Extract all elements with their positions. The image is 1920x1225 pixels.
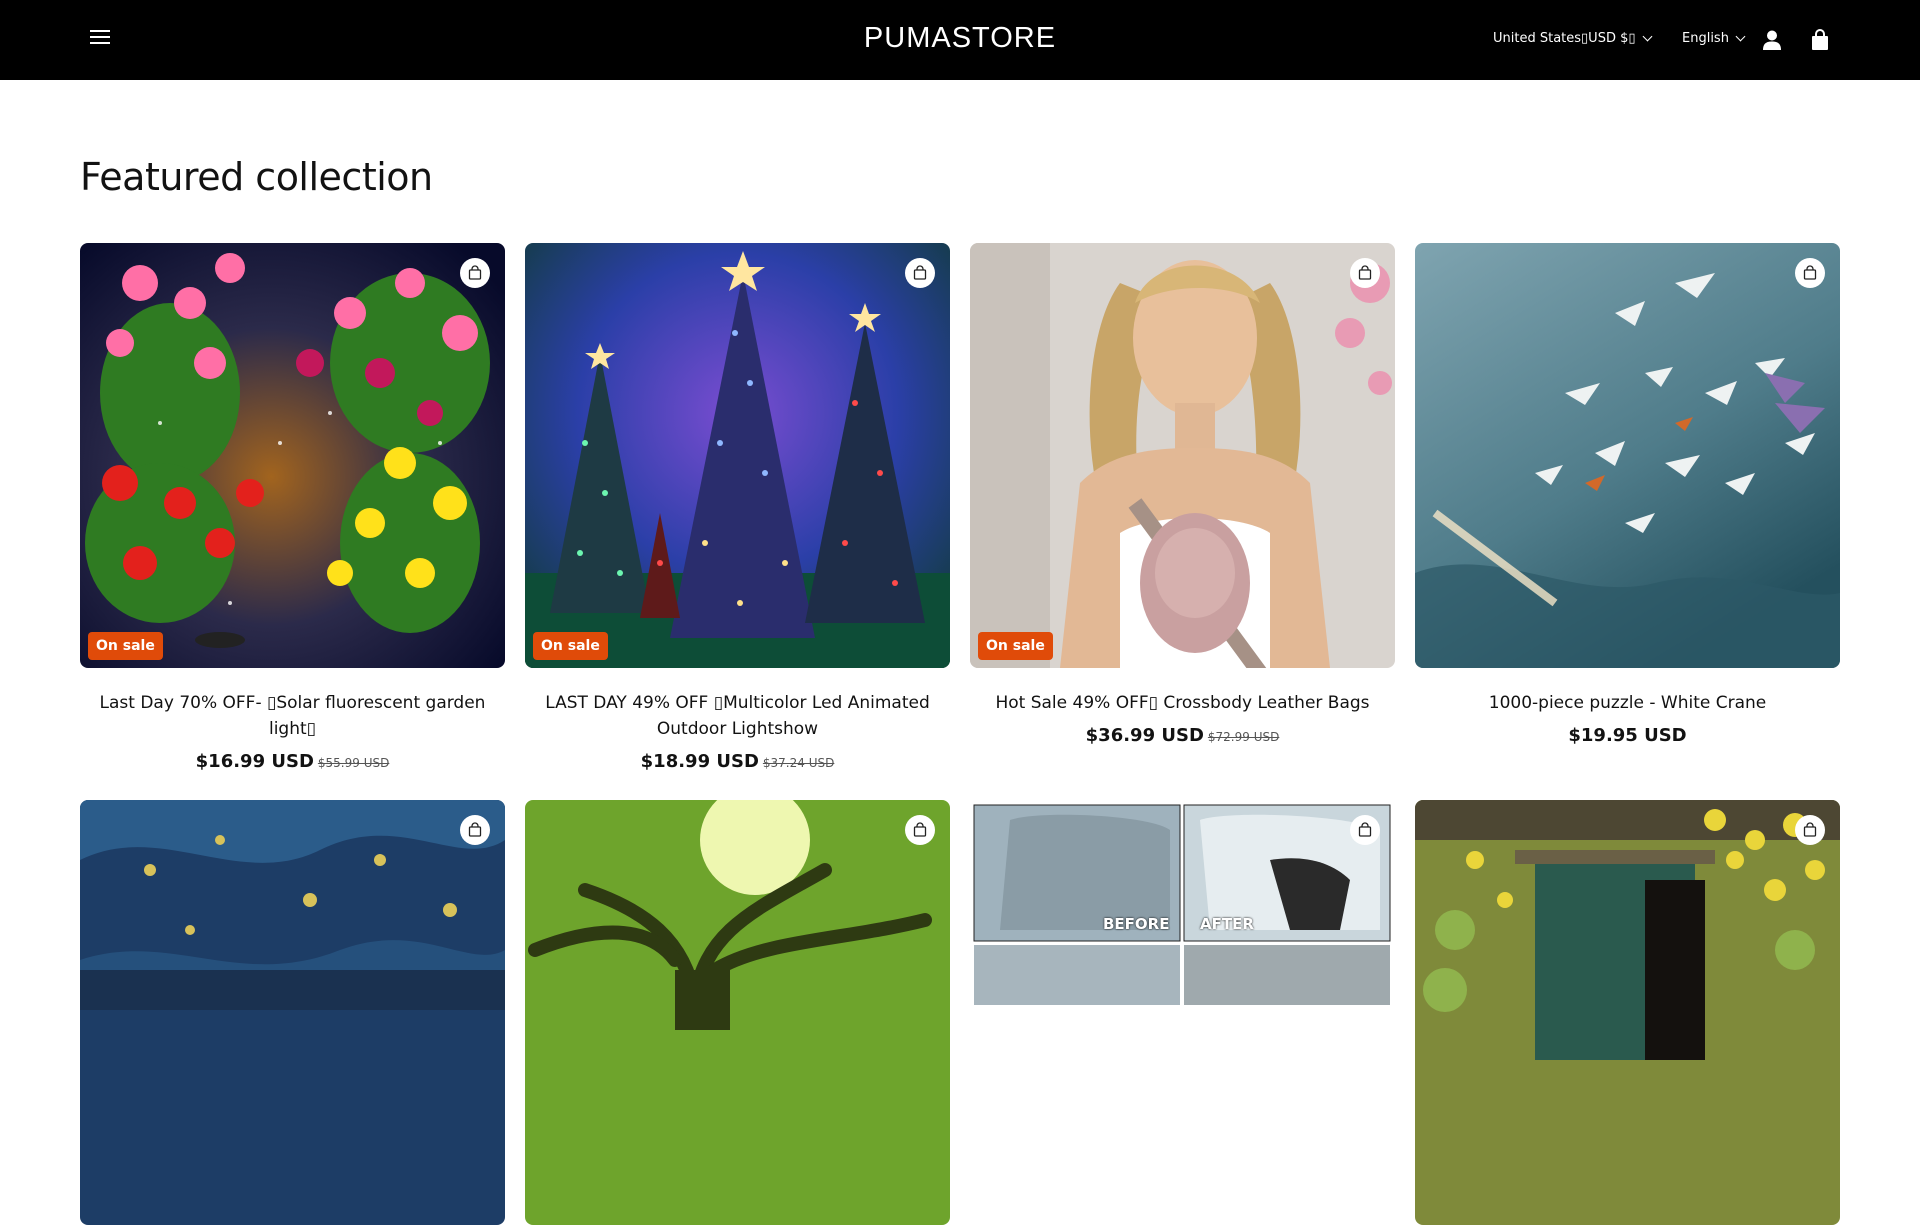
quick-add-icon[interactable] xyxy=(1350,815,1380,845)
product-card[interactable] xyxy=(1415,800,1840,1225)
country-selector-label: United States▯USD $▯ xyxy=(1493,31,1636,46)
quick-add-icon[interactable] xyxy=(460,815,490,845)
product-title[interactable]: 1000-piece puzzle - White Crane xyxy=(1415,690,1840,716)
store-logo[interactable]: PUMASTORE xyxy=(864,22,1056,54)
sale-badge: On sale xyxy=(978,632,1053,660)
sale-price: $18.99 USD xyxy=(640,751,759,772)
sale-badge: On sale xyxy=(533,632,608,660)
compare-price: $55.99 USD xyxy=(317,756,390,770)
product-card[interactable] xyxy=(525,800,950,1225)
product-price: $19.95 USD xyxy=(1415,725,1840,746)
product-price: $16.99 USD $55.99 USD xyxy=(80,751,505,772)
product-image[interactable]: On sale xyxy=(525,243,950,668)
product-title[interactable]: Hot Sale 49% OFF▯ Crossbody Leather Bags xyxy=(970,690,1395,716)
country-selector[interactable]: United States▯USD $▯ xyxy=(1493,31,1652,46)
quick-add-icon[interactable] xyxy=(1350,258,1380,288)
compare-price: $72.99 USD xyxy=(1207,730,1280,744)
product-image[interactable] xyxy=(525,800,950,1225)
quick-add-icon[interactable] xyxy=(1795,815,1825,845)
language-selector[interactable]: English xyxy=(1682,31,1746,46)
product-card[interactable]: 1000-piece puzzle - White Crane $19.95 U… xyxy=(1415,243,1840,746)
sale-badge: On sale xyxy=(88,632,163,660)
section-title: Featured collection xyxy=(80,155,433,199)
product-image[interactable]: On sale xyxy=(80,243,505,668)
sale-price: $36.99 USD xyxy=(1085,725,1204,746)
product-card[interactable]: On sale Hot Sale 49% OFF▯ Crossbody Leat… xyxy=(970,243,1395,746)
product-card[interactable] xyxy=(80,800,505,1225)
product-image[interactable] xyxy=(1415,800,1840,1225)
account-icon[interactable] xyxy=(1761,29,1783,51)
sale-price: $19.95 USD xyxy=(1568,725,1687,746)
product-image[interactable] xyxy=(80,800,505,1225)
product-price: $18.99 USD $37.24 USD xyxy=(525,751,950,772)
product-card[interactable]: BEFORE AFTER xyxy=(970,800,1395,1225)
chevron-down-icon xyxy=(1735,31,1746,42)
quick-add-icon[interactable] xyxy=(460,258,490,288)
product-price: $36.99 USD $72.99 USD xyxy=(970,725,1395,746)
chevron-down-icon xyxy=(1642,31,1652,42)
product-image[interactable]: BEFORE AFTER xyxy=(970,800,1395,1225)
product-image[interactable] xyxy=(1415,243,1840,668)
quick-add-icon[interactable] xyxy=(905,258,935,288)
quick-add-icon[interactable] xyxy=(1795,258,1825,288)
site-header: PUMASTORE United States▯USD $▯ English xyxy=(0,0,1920,80)
sale-price: $16.99 USD xyxy=(195,751,314,772)
quick-add-icon[interactable] xyxy=(905,815,935,845)
cart-icon[interactable] xyxy=(1810,29,1830,51)
menu-icon[interactable] xyxy=(90,30,110,48)
product-card[interactable]: On sale LAST DAY 49% OFF ▯Multicolor Led… xyxy=(525,243,950,772)
compare-price: $37.24 USD xyxy=(762,756,835,770)
language-label: English xyxy=(1682,31,1729,46)
product-card[interactable]: On sale Last Day 70% OFF- ▯Solar fluores… xyxy=(80,243,505,772)
after-label: AFTER xyxy=(1200,915,1254,933)
product-title[interactable]: LAST DAY 49% OFF ▯Multicolor Led Animate… xyxy=(525,690,950,742)
product-title[interactable]: Last Day 70% OFF- ▯Solar fluorescent gar… xyxy=(80,690,505,742)
product-image[interactable]: On sale xyxy=(970,243,1395,668)
before-label: BEFORE xyxy=(1103,915,1170,933)
